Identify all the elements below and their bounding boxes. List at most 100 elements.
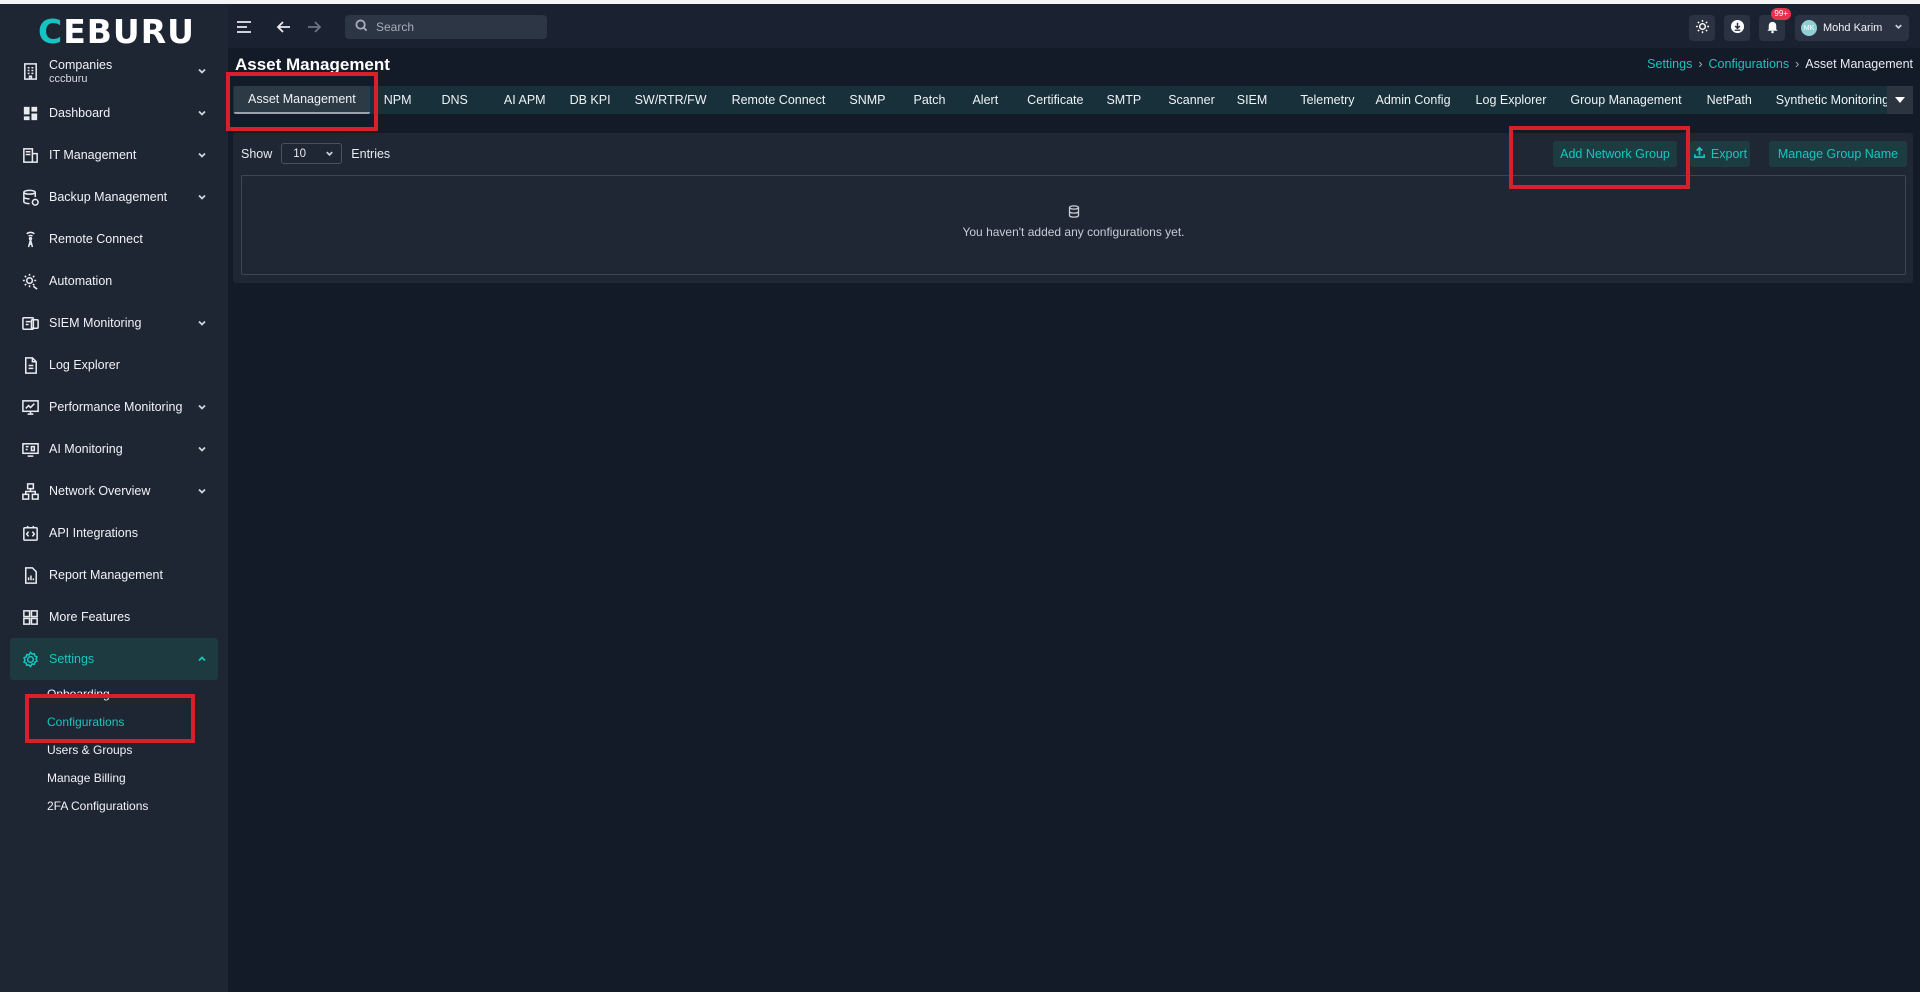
topbar: 99+ MK Mohd Karim — [228, 4, 1920, 48]
monitor-chart-icon — [20, 397, 40, 417]
chevron-down-icon — [325, 149, 334, 161]
tab-netpath[interactable]: NetPath — [1707, 86, 1752, 114]
tabs-overflow-button[interactable] — [1887, 86, 1913, 114]
breadcrumb-current: Asset Management — [1805, 57, 1913, 71]
sidebar-item-network-overview[interactable]: Network Overview — [10, 470, 218, 512]
chevron-down-icon — [196, 107, 208, 119]
page-size-control: Show 10 Entries — [241, 143, 390, 164]
sidebar-item-log-explorer[interactable]: Log Explorer — [10, 344, 218, 386]
sidebar-item-dashboard[interactable]: Dashboard — [10, 92, 218, 134]
chevron-up-icon — [196, 653, 208, 665]
bell-icon — [1765, 19, 1780, 37]
siem-icon — [20, 313, 40, 333]
breadcrumb: Settings › Configurations › Asset Manage… — [1647, 57, 1913, 71]
tab-snmp[interactable]: SNMP — [849, 86, 885, 114]
subnav-manage-billing[interactable]: Manage Billing — [47, 764, 217, 792]
ceburu-logo[interactable]: CEBURU — [38, 12, 195, 51]
upload-icon — [1693, 146, 1711, 162]
antenna-icon — [20, 229, 40, 249]
building-icon — [20, 61, 40, 81]
sidebar-item-label: Backup Management — [49, 190, 168, 204]
notification-badge: 99+ — [1771, 8, 1791, 20]
gear-automation-icon — [20, 271, 40, 291]
forward-arrow-icon[interactable] — [304, 17, 324, 37]
sidebar-item-it-management[interactable]: IT Management — [10, 134, 218, 176]
tab-log-explorer[interactable]: Log Explorer — [1476, 86, 1547, 114]
breadcrumb-settings[interactable]: Settings — [1647, 57, 1692, 71]
sidebar-item-backup-management[interactable]: Backup Management — [10, 176, 218, 218]
sidebar-item-label: Remote Connect — [49, 232, 143, 246]
sidebar-item-automation[interactable]: Automation — [10, 260, 218, 302]
report-icon — [20, 565, 40, 585]
caret-down-icon — [1894, 93, 1906, 108]
sidebar-item-label: SIEM Monitoring — [49, 316, 142, 330]
page-size-select[interactable]: 10 — [281, 143, 343, 164]
tab-db-kpi[interactable]: DB KPI — [570, 86, 611, 114]
config-tabs: Asset Management NPM DNS AI APM DB KPI S… — [233, 86, 1913, 114]
sidebar-item-performance-monitoring[interactable]: Performance Monitoring — [10, 386, 218, 428]
export-button[interactable]: Export — [1690, 141, 1750, 167]
grid-icon — [20, 607, 40, 627]
theme-toggle-button[interactable] — [1689, 15, 1715, 41]
highlight-box-tab — [226, 72, 378, 131]
download-button[interactable] — [1724, 15, 1750, 41]
tab-remote-connect[interactable]: Remote Connect — [732, 86, 826, 114]
chevron-down-icon — [196, 401, 208, 413]
tab-npm[interactable]: NPM — [384, 86, 412, 114]
sidebar-item-label: Settings — [49, 652, 95, 666]
api-icon — [20, 523, 40, 543]
tab-synthetic-monitoring[interactable]: Synthetic Monitoring — [1776, 86, 1889, 114]
download-icon — [1730, 19, 1745, 37]
chevron-down-icon — [196, 485, 208, 497]
avatar: MK — [1801, 20, 1817, 36]
export-label: Export — [1710, 147, 1748, 161]
sidebar-item-label: Network Overview — [49, 484, 151, 498]
sidebar-item-api-integrations[interactable]: API Integrations — [10, 512, 218, 554]
tab-sw-rtr-fw[interactable]: SW/RTR/FW — [635, 86, 707, 114]
sidebar: CEBURU Companies cccburu Dashboard IT Man… — [0, 4, 228, 992]
sidebar-item-siem-monitoring[interactable]: SIEM Monitoring — [10, 302, 218, 344]
manage-group-name-button[interactable]: Manage Group Name — [1769, 141, 1907, 167]
sidebar-item-report-management[interactable]: Report Management — [10, 554, 218, 596]
breadcrumb-separator: › — [1698, 57, 1703, 71]
breadcrumb-configurations[interactable]: Configurations — [1709, 57, 1790, 71]
dashboard-icon — [20, 103, 40, 123]
menu-toggle-icon[interactable] — [234, 17, 254, 37]
tab-patch[interactable]: Patch — [914, 86, 946, 114]
search-input[interactable] — [376, 20, 546, 34]
search-box[interactable] — [345, 15, 547, 39]
tab-admin-config[interactable]: Admin Config — [1376, 86, 1451, 114]
file-icon — [20, 355, 40, 375]
back-arrow-icon[interactable] — [274, 17, 294, 37]
ai-monitor-icon — [20, 439, 40, 459]
sidebar-item-label: More Features — [49, 610, 131, 624]
highlight-box-configurations — [25, 694, 195, 743]
search-icon — [355, 19, 368, 35]
tab-dns[interactable]: DNS — [441, 86, 467, 114]
tab-smtp[interactable]: SMTP — [1106, 86, 1141, 114]
tab-group-management[interactable]: Group Management — [1570, 86, 1681, 114]
breadcrumb-separator: › — [1795, 57, 1800, 71]
notifications-button[interactable]: 99+ — [1759, 8, 1791, 41]
sidebar-item-more-features[interactable]: More Features — [10, 596, 218, 638]
tab-certificate[interactable]: Certificate — [1027, 86, 1083, 114]
sidebar-item-companies[interactable]: Companies cccburu — [10, 54, 218, 88]
sidebar-item-settings[interactable]: Settings — [10, 638, 218, 680]
settings-icon — [20, 649, 40, 669]
entries-label: Entries — [351, 146, 391, 161]
chevron-down-icon — [196, 443, 208, 455]
user-menu[interactable]: MK Mohd Karim — [1795, 15, 1909, 41]
sidebar-item-label: Companies — [49, 57, 113, 72]
subnav-2fa-configurations[interactable]: 2FA Configurations — [47, 792, 217, 820]
company-name: cccburu — [49, 72, 88, 85]
tab-ai-apm[interactable]: AI APM — [504, 86, 546, 114]
chevron-down-icon — [196, 65, 208, 77]
sidebar-item-remote-connect[interactable]: Remote Connect — [10, 218, 218, 260]
tab-telemetry[interactable]: Telemetry — [1300, 86, 1354, 114]
database-icon — [1068, 205, 1080, 221]
tab-alert[interactable]: Alert — [972, 86, 998, 114]
user-name: Mohd Karim — [1823, 22, 1883, 34]
tab-scanner[interactable]: Scanner — [1168, 86, 1215, 114]
sidebar-item-ai-monitoring[interactable]: AI Monitoring — [10, 428, 218, 470]
tab-siem[interactable]: SIEM — [1237, 86, 1268, 114]
